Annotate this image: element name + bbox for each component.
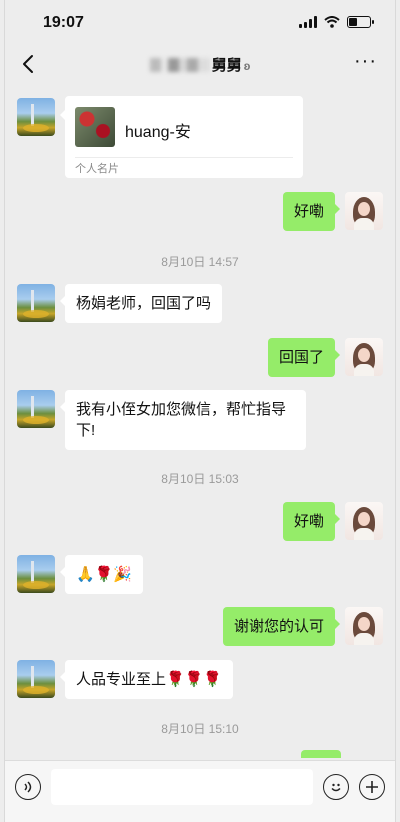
status-bar: 19:07	[5, 0, 395, 44]
message-bubble-in[interactable]: 我有小侄女加您微信，帮忙指导下!	[60, 390, 306, 450]
self-avatar[interactable]	[345, 338, 383, 376]
message-bubble-out[interactable]: 谢谢您的认可	[222, 607, 341, 646]
self-avatar[interactable]	[345, 192, 383, 230]
card-type-label: 个人名片	[75, 163, 119, 175]
message-bubble-out-partial	[301, 750, 341, 758]
card-name: huang-安	[125, 124, 191, 141]
contact-avatar[interactable]	[17, 555, 55, 593]
status-time: 19:07	[43, 14, 84, 31]
contact-avatar[interactable]	[17, 284, 55, 322]
self-avatar[interactable]	[345, 607, 383, 645]
contact-avatar[interactable]	[17, 98, 55, 136]
redacted-name	[149, 58, 210, 72]
timestamp: 8月10日 15:10	[161, 722, 239, 736]
message-bubble-out[interactable]: 好嘞	[282, 502, 341, 541]
nav-bar: 舅舅 ʚ ···	[5, 44, 395, 84]
card-avatar	[75, 107, 115, 147]
message-bubble-out[interactable]: 回国了	[267, 338, 341, 377]
message-input[interactable]	[51, 769, 313, 805]
message-bubble-in[interactable]: 人品专业至上🌹🌹🌹	[59, 660, 234, 699]
battery-icon	[347, 16, 374, 28]
voice-icon[interactable]	[15, 774, 41, 800]
chat-screen: 19:07 舅舅 ʚ ··· huang-安 个人名片 好嘞 8月10日 14:…	[4, 0, 396, 822]
signal-icon	[299, 16, 317, 28]
contact-avatar[interactable]	[17, 390, 55, 428]
message-bubble-in[interactable]: 🙏🌹🎉	[59, 555, 144, 594]
self-avatar[interactable]	[345, 502, 383, 540]
contact-avatar[interactable]	[17, 660, 55, 698]
timestamp: 8月10日 15:03	[161, 472, 239, 486]
emoji-icon[interactable]	[323, 774, 349, 800]
message-bubble-out[interactable]: 好嘞	[282, 192, 341, 231]
input-bar	[5, 760, 395, 822]
wifi-icon	[324, 16, 340, 28]
chat-title: 舅舅 ʚ	[5, 54, 395, 75]
contact-card[interactable]: huang-安 个人名片	[60, 96, 303, 178]
plus-icon[interactable]	[359, 774, 385, 800]
timestamp: 8月10日 14:57	[161, 255, 239, 269]
message-bubble-in[interactable]: 杨娟老师，回国了吗	[59, 284, 223, 323]
more-dots-icon[interactable]: ···	[354, 51, 377, 71]
ear-icon: ʚ	[243, 59, 251, 73]
